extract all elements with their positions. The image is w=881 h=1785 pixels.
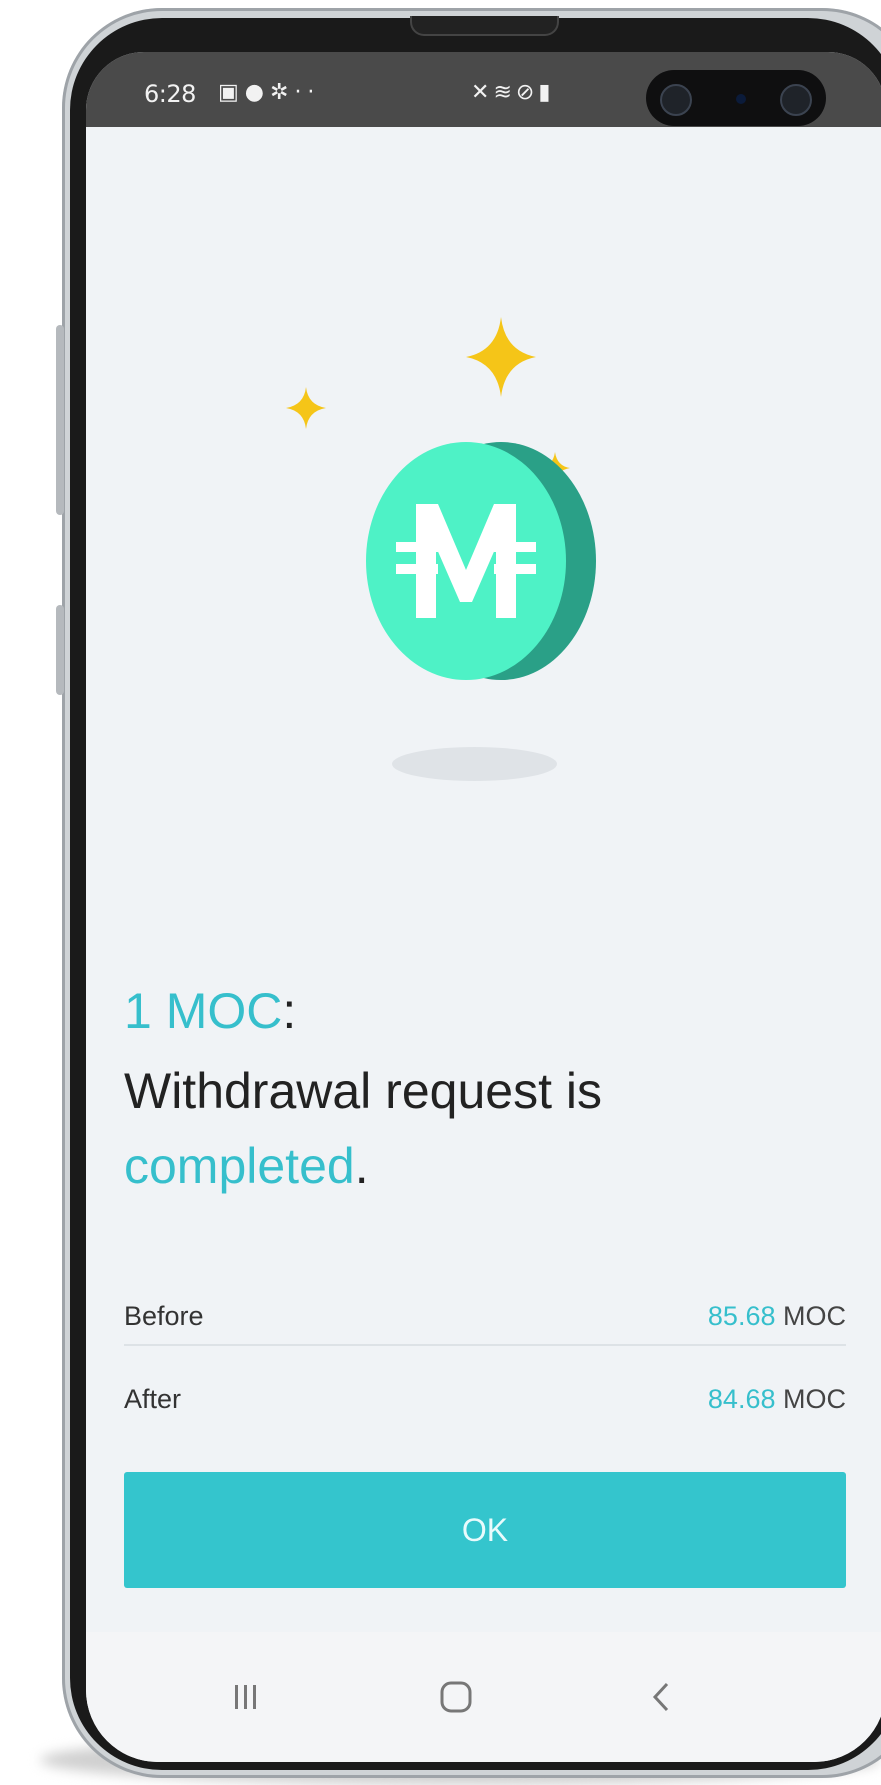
back-button[interactable]	[591, 1632, 731, 1762]
back-icon	[652, 1682, 669, 1712]
divider	[124, 1344, 846, 1346]
coin-shadow	[392, 747, 557, 781]
moc-symbol-icon	[396, 504, 536, 618]
balance-row-after: After 84.68 MOC	[124, 1370, 846, 1430]
recent-apps-button[interactable]	[176, 1632, 316, 1762]
system-icons: ✕≋⊘▮	[471, 80, 554, 105]
status-time: 6:28	[144, 80, 196, 108]
navigation-bar	[86, 1632, 881, 1762]
moc-coin-icon	[366, 442, 606, 682]
front-camera-cutout	[646, 70, 826, 126]
sparkle-large-icon	[466, 317, 536, 397]
status-word: completed	[124, 1138, 355, 1194]
balance-amount: 84.68	[707, 1384, 776, 1414]
balance-label: Before	[124, 1301, 204, 1331]
balance-value: 85.68 MOC	[708, 1301, 846, 1332]
app-screen: 6:28 ▣●✲·· ✕≋⊘▮ 1 MOC: Withdrawal reques…	[86, 52, 881, 1762]
ok-button[interactable]: OK	[124, 1472, 846, 1588]
shopping-bag-icon: ●	[244, 80, 270, 105]
status-bar: 6:28 ▣●✲·· ✕≋⊘▮	[86, 52, 881, 127]
home-button[interactable]	[386, 1632, 526, 1762]
battery-icon: ▮	[538, 80, 555, 105]
camera-lens-icon	[660, 84, 692, 116]
balance-unit: MOC	[783, 1301, 846, 1331]
status-line: completed.	[124, 1137, 369, 1195]
gallery-icon: ▣	[218, 80, 245, 105]
amount-value: 1 MOC	[124, 983, 283, 1039]
settings-icon: ✲	[270, 80, 295, 105]
recent-apps-icon	[235, 1685, 256, 1709]
mute-icon: ✕	[471, 80, 494, 105]
more-icon: ··	[294, 80, 321, 105]
camera-sensor	[736, 94, 746, 104]
balance-amount: 85.68	[707, 1301, 776, 1331]
notification-icons: ▣●✲··	[218, 80, 320, 105]
sparkle-left-icon	[286, 387, 326, 429]
earpiece-speaker	[410, 16, 559, 36]
side-button-upper	[56, 325, 64, 515]
status-period: .	[354, 1138, 369, 1194]
balance-row-before: Before 85.68 MOC	[124, 1287, 846, 1347]
withdrawal-amount: 1 MOC:	[124, 982, 296, 1040]
amount-colon: :	[282, 983, 297, 1039]
balance-value: 84.68 MOC	[708, 1384, 846, 1415]
balance-unit: MOC	[783, 1384, 846, 1414]
no-signal-icon: ⊘	[515, 80, 539, 105]
side-button-lower	[56, 605, 64, 695]
status-message: Withdrawal request is	[124, 1063, 602, 1119]
balance-label: After	[124, 1384, 182, 1414]
camera-lens-icon	[780, 84, 812, 116]
wifi-icon: ≋	[493, 80, 516, 105]
home-icon	[440, 1681, 472, 1713]
